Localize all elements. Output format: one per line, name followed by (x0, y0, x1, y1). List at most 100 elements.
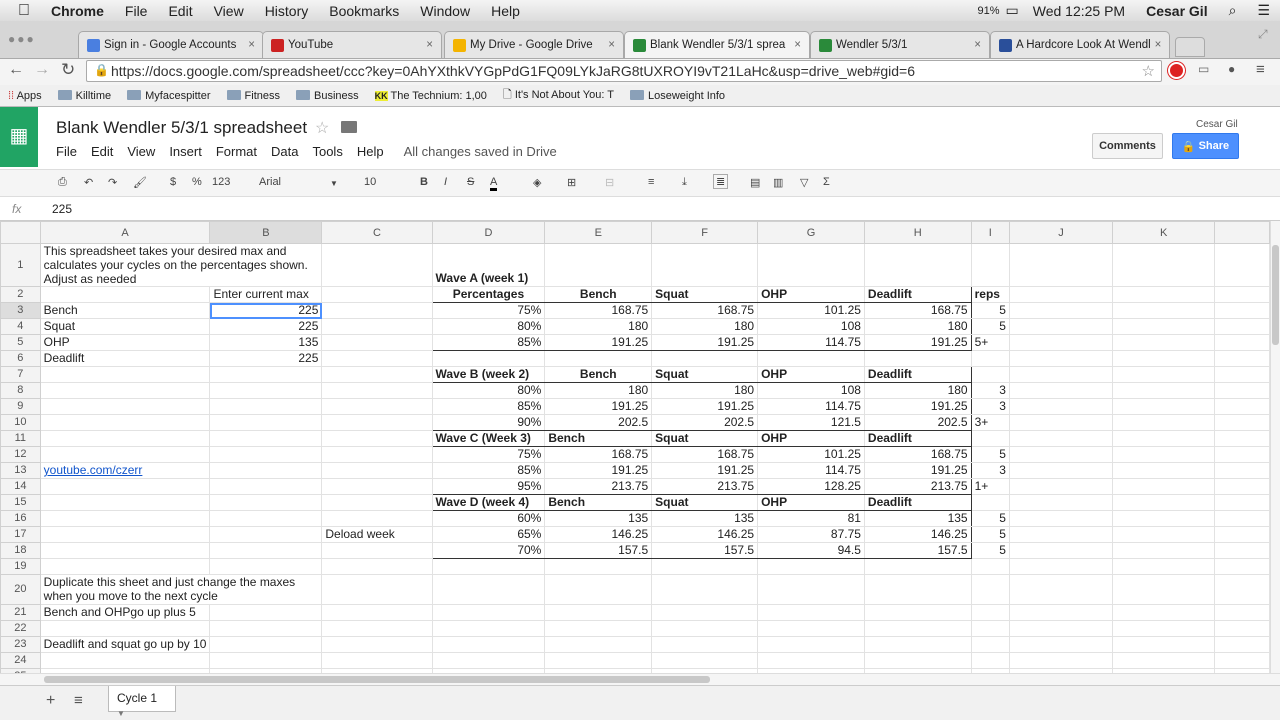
empty-cell[interactable] (1009, 510, 1113, 527)
cell[interactable]: 202.5 (864, 414, 972, 431)
cell[interactable]: 75% (431, 302, 546, 319)
wrap-text-icon[interactable]: ≣ (713, 174, 729, 189)
empty-cell[interactable] (971, 350, 1010, 367)
cell[interactable]: 90% (431, 414, 546, 431)
empty-cell[interactable] (209, 510, 323, 527)
empty-cell[interactable] (1112, 350, 1216, 367)
column-header[interactable]: D (431, 221, 546, 244)
cell[interactable]: 3+ (971, 414, 1010, 431)
vertical-scrollbar[interactable] (1270, 221, 1280, 673)
cell[interactable]: 121.5 (757, 414, 865, 431)
empty-cell[interactable] (1214, 574, 1270, 605)
cell[interactable]: 114.75 (757, 334, 865, 351)
menu-help[interactable]: Help (491, 3, 520, 19)
redo-icon[interactable]: ↷ (108, 176, 117, 189)
empty-cell[interactable] (1214, 446, 1270, 463)
empty-cell[interactable] (1009, 350, 1113, 367)
docmenu-help[interactable]: Help (357, 144, 384, 159)
empty-cell[interactable] (1214, 243, 1270, 287)
cell[interactable]: 5 (971, 446, 1010, 463)
cell[interactable]: Bench (544, 286, 653, 303)
empty-cell[interactable] (321, 494, 433, 511)
row-header[interactable]: 13 (0, 462, 41, 479)
spotlight-icon[interactable]: ⌕ (1229, 2, 1237, 19)
empty-cell[interactable] (1214, 462, 1270, 479)
cell[interactable]: 191.25 (864, 334, 972, 351)
bookmark-fitness[interactable]: Fitness (226, 89, 280, 102)
empty-cell[interactable] (544, 620, 653, 637)
cell[interactable]: 85% (431, 334, 546, 351)
chevron-down-icon[interactable]: ▼ (117, 709, 125, 718)
cell[interactable]: 191.25 (544, 334, 653, 351)
cell[interactable]: 168.75 (864, 302, 972, 319)
chevron-down-icon[interactable]: ▼ (330, 179, 338, 188)
cell[interactable]: Deload week (321, 526, 433, 543)
cell[interactable]: Bench (544, 430, 653, 447)
cell[interactable]: Squat (651, 430, 759, 447)
bookmark-business[interactable]: Business (296, 89, 359, 102)
row-header[interactable]: 6 (0, 350, 41, 367)
evernote-icon[interactable]: ● (1228, 62, 1235, 76)
empty-cell[interactable] (1009, 366, 1113, 383)
cell[interactable]: Wave D (week 4) (431, 494, 546, 511)
empty-cell[interactable] (864, 574, 972, 605)
empty-cell[interactable] (651, 558, 759, 575)
user-name[interactable]: Cesar Gil (1146, 3, 1207, 19)
empty-cell[interactable] (321, 414, 433, 431)
cell[interactable]: 81 (757, 510, 865, 527)
formula-input[interactable]: 225 (52, 202, 72, 216)
empty-cell[interactable] (1112, 462, 1216, 479)
sheet-tab-cycle-1[interactable]: Cycle 1 ▼ (108, 686, 176, 718)
empty-cell[interactable] (1214, 398, 1270, 415)
fill-color-icon[interactable]: ◈ (533, 176, 541, 189)
empty-cell[interactable] (432, 350, 546, 367)
cell[interactable]: 202.5 (544, 414, 653, 431)
empty-cell[interactable] (1009, 542, 1113, 559)
cell[interactable]: 202.5 (651, 414, 759, 431)
empty-cell[interactable] (1112, 366, 1216, 383)
empty-cell[interactable] (321, 398, 433, 415)
row-header[interactable]: 15 (0, 494, 41, 511)
app-menu[interactable]: Chrome (51, 3, 104, 19)
cell[interactable]: Squat (40, 318, 211, 335)
empty-cell[interactable] (651, 636, 759, 653)
menu-window[interactable]: Window (420, 3, 470, 19)
cell[interactable]: Deadlift (40, 350, 211, 367)
spreadsheet-grid[interactable]: A B C D E F G H I J K 1 This spreadsheet takes your … (0, 221, 1270, 673)
close-tab-icon[interactable]: × (974, 39, 981, 51)
cell[interactable]: 5 (971, 542, 1010, 559)
column-header[interactable]: F (651, 221, 759, 244)
empty-cell[interactable] (1009, 526, 1113, 543)
empty-cell[interactable] (321, 286, 433, 303)
row-header[interactable]: 20 (0, 574, 41, 605)
cell[interactable]: 80% (431, 382, 546, 399)
cell[interactable]: 108 (757, 382, 865, 399)
cell[interactable]: Enter current max (209, 286, 323, 303)
percent-button[interactable]: % (192, 176, 202, 188)
menu-bookmarks[interactable]: Bookmarks (329, 3, 399, 19)
empty-cell[interactable] (1214, 636, 1270, 653)
merge-icon[interactable]: ⊟ (605, 176, 614, 189)
account-name[interactable]: Cesar Gil (1196, 119, 1238, 130)
empty-cell[interactable] (321, 243, 433, 287)
docmenu-format[interactable]: Format (216, 144, 257, 159)
cell[interactable]: OHP (40, 334, 211, 351)
row-header[interactable]: 5 (0, 334, 41, 351)
browser-tab[interactable]: A Hardcore Look At Wendl × (990, 31, 1170, 58)
empty-cell[interactable] (209, 446, 323, 463)
empty-cell[interactable] (757, 350, 865, 367)
cell[interactable]: 180 (651, 318, 759, 335)
empty-cell[interactable] (1112, 430, 1216, 447)
empty-cell[interactable] (432, 604, 546, 621)
empty-cell[interactable] (1112, 526, 1216, 543)
row-header[interactable]: 3 (0, 302, 41, 319)
empty-cell[interactable] (1009, 414, 1113, 431)
cell[interactable]: 225 (209, 350, 323, 367)
chrome-menu-icon[interactable]: ≡ (1256, 61, 1265, 78)
folder-icon[interactable] (341, 121, 357, 133)
add-sheet-icon[interactable]: + (46, 692, 55, 710)
empty-cell[interactable] (321, 604, 433, 621)
apple-icon[interactable]:  (18, 2, 30, 20)
empty-cell[interactable] (40, 366, 211, 383)
empty-cell[interactable] (1112, 478, 1216, 495)
